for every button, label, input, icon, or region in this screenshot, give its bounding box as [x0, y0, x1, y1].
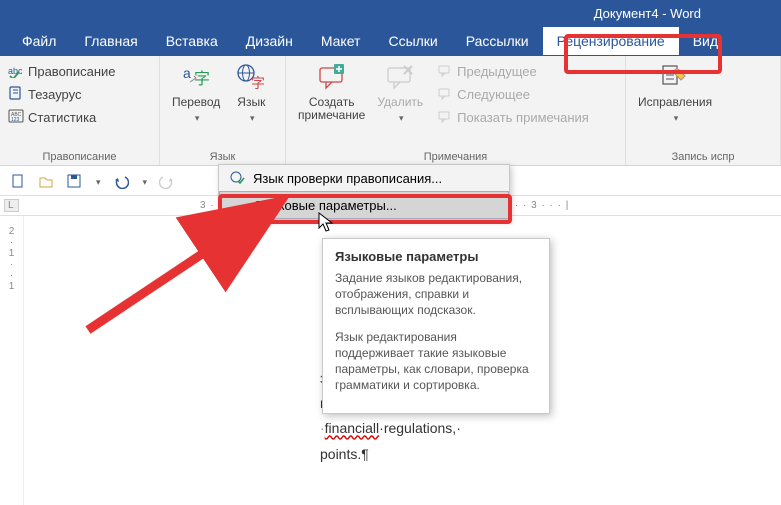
lbl-language-prefs: Языковые параметры... [254, 198, 397, 213]
group-proofing: abc Правописание Тезаурус ABC123 Статист… [0, 56, 160, 165]
lbl-language: Язык [237, 96, 265, 109]
text-line: ·financiall·regulations,· [320, 416, 462, 441]
lbl-tracking: Исправления [638, 96, 712, 109]
svg-text:a: a [183, 65, 191, 81]
lbl-new-comment: Создать примечание [298, 96, 365, 122]
check-abc-icon: abc [8, 62, 24, 81]
blank-icon [230, 197, 246, 213]
chevron-down-icon [397, 109, 404, 124]
group-comments: Создать примечание Удалить Предыдущее Сл… [286, 56, 626, 165]
menu-item-proofing-language[interactable]: Язык проверки правописания... [219, 165, 509, 191]
redo-icon[interactable] [159, 173, 175, 189]
group-label-tracking: Запись испр [632, 149, 774, 165]
btn-translate[interactable]: a字 Перевод [166, 60, 226, 126]
book-icon [8, 85, 24, 104]
group-label-comments: Примечания [292, 149, 619, 165]
svg-text:字: 字 [251, 75, 265, 91]
menu-item-language-preferences[interactable]: Языковые параметры... [219, 191, 509, 219]
tooltip-body: Язык редактирования поддерживает такие я… [335, 329, 537, 394]
tab-references[interactable]: Ссылки [374, 27, 451, 55]
prev-comment-icon [437, 62, 453, 81]
group-label-language: Язык [166, 149, 279, 165]
tab-design[interactable]: Дизайн [232, 27, 307, 55]
btn-next-comment[interactable]: Следующее [435, 83, 591, 106]
btn-statistics[interactable]: ABC123 Статистика [6, 106, 153, 129]
tooltip-title: Языковые параметры [335, 249, 537, 264]
tab-mailings[interactable]: Рассылки [452, 27, 543, 55]
svg-text:字: 字 [194, 70, 210, 88]
btn-delete-comment[interactable]: Удалить [371, 60, 429, 129]
new-doc-icon[interactable] [10, 173, 26, 189]
tab-review[interactable]: Рецензирование [543, 27, 679, 55]
btn-new-comment[interactable]: Создать примечание [292, 60, 371, 129]
language-dropdown: Язык проверки правописания... Языковые п… [218, 164, 510, 220]
group-language: a字 Перевод 字 Язык Язык [160, 56, 286, 165]
stats-icon: ABC123 [8, 108, 24, 127]
text-line: points.¶ [320, 442, 462, 467]
tab-home[interactable]: Главная [70, 27, 151, 55]
btn-show-comments[interactable]: Показать примечания [435, 106, 591, 129]
language-icon: 字 [235, 62, 267, 94]
chevron-down-icon [672, 109, 679, 124]
tab-file[interactable]: Файл [8, 27, 70, 55]
lbl-delete: Удалить [377, 96, 423, 109]
group-tracking: Исправления Запись испр [626, 56, 781, 165]
tab-layout[interactable]: Макет [307, 27, 375, 55]
lbl-spelling: Правописание [28, 64, 116, 79]
btn-thesaurus[interactable]: Тезаурус [6, 83, 153, 106]
globe-check-icon [229, 170, 245, 186]
tab-view[interactable]: Вид [679, 27, 732, 55]
svg-text:abc: abc [8, 66, 23, 76]
btn-language[interactable]: 字 Язык [226, 60, 276, 126]
tooltip: Языковые параметры Задание языков редакт… [322, 238, 550, 414]
lbl-show-comments: Показать примечания [457, 110, 589, 125]
next-comment-icon [437, 85, 453, 104]
tab-selector[interactable]: L [4, 199, 19, 212]
translate-icon: a字 [180, 62, 212, 94]
btn-spelling[interactable]: abc Правописание [6, 60, 153, 83]
svg-text:123: 123 [11, 117, 20, 123]
app-title: Документ4 - Word [594, 6, 701, 21]
lbl-next: Следующее [457, 87, 530, 102]
ribbon: abc Правописание Тезаурус ABC123 Статист… [0, 56, 781, 166]
ribbon-tabs: Файл Главная Вставка Дизайн Макет Ссылки… [0, 26, 781, 56]
btn-previous-comment[interactable]: Предыдущее [435, 60, 591, 83]
save-icon[interactable] [66, 173, 82, 189]
open-icon[interactable] [38, 173, 54, 189]
tab-insert[interactable]: Вставка [152, 27, 232, 55]
tracking-icon [659, 62, 691, 94]
chevron-down-icon[interactable] [94, 173, 101, 188]
vertical-ruler[interactable]: 2 · 1 · · 1 [0, 216, 24, 505]
show-comments-icon [437, 108, 453, 127]
new-comment-icon [316, 62, 348, 94]
lbl-proofing-language: Язык проверки правописания... [253, 171, 442, 186]
lbl-statistics: Статистика [28, 110, 96, 125]
tooltip-body: Задание языков редактирования, отображен… [335, 270, 537, 319]
chevron-down-icon [248, 109, 255, 124]
undo-icon[interactable] [113, 173, 129, 189]
delete-comment-icon [384, 62, 416, 94]
title-bar: Документ4 - Word [0, 0, 781, 26]
group-label-proofing: Правописание [6, 149, 153, 165]
lbl-previous: Предыдущее [457, 64, 537, 79]
chevron-down-icon[interactable] [141, 173, 148, 188]
lbl-thesaurus: Тезаурус [28, 87, 82, 102]
btn-tracking[interactable]: Исправления [632, 60, 718, 126]
lbl-translate: Перевод [172, 96, 220, 109]
chevron-down-icon [193, 109, 200, 124]
